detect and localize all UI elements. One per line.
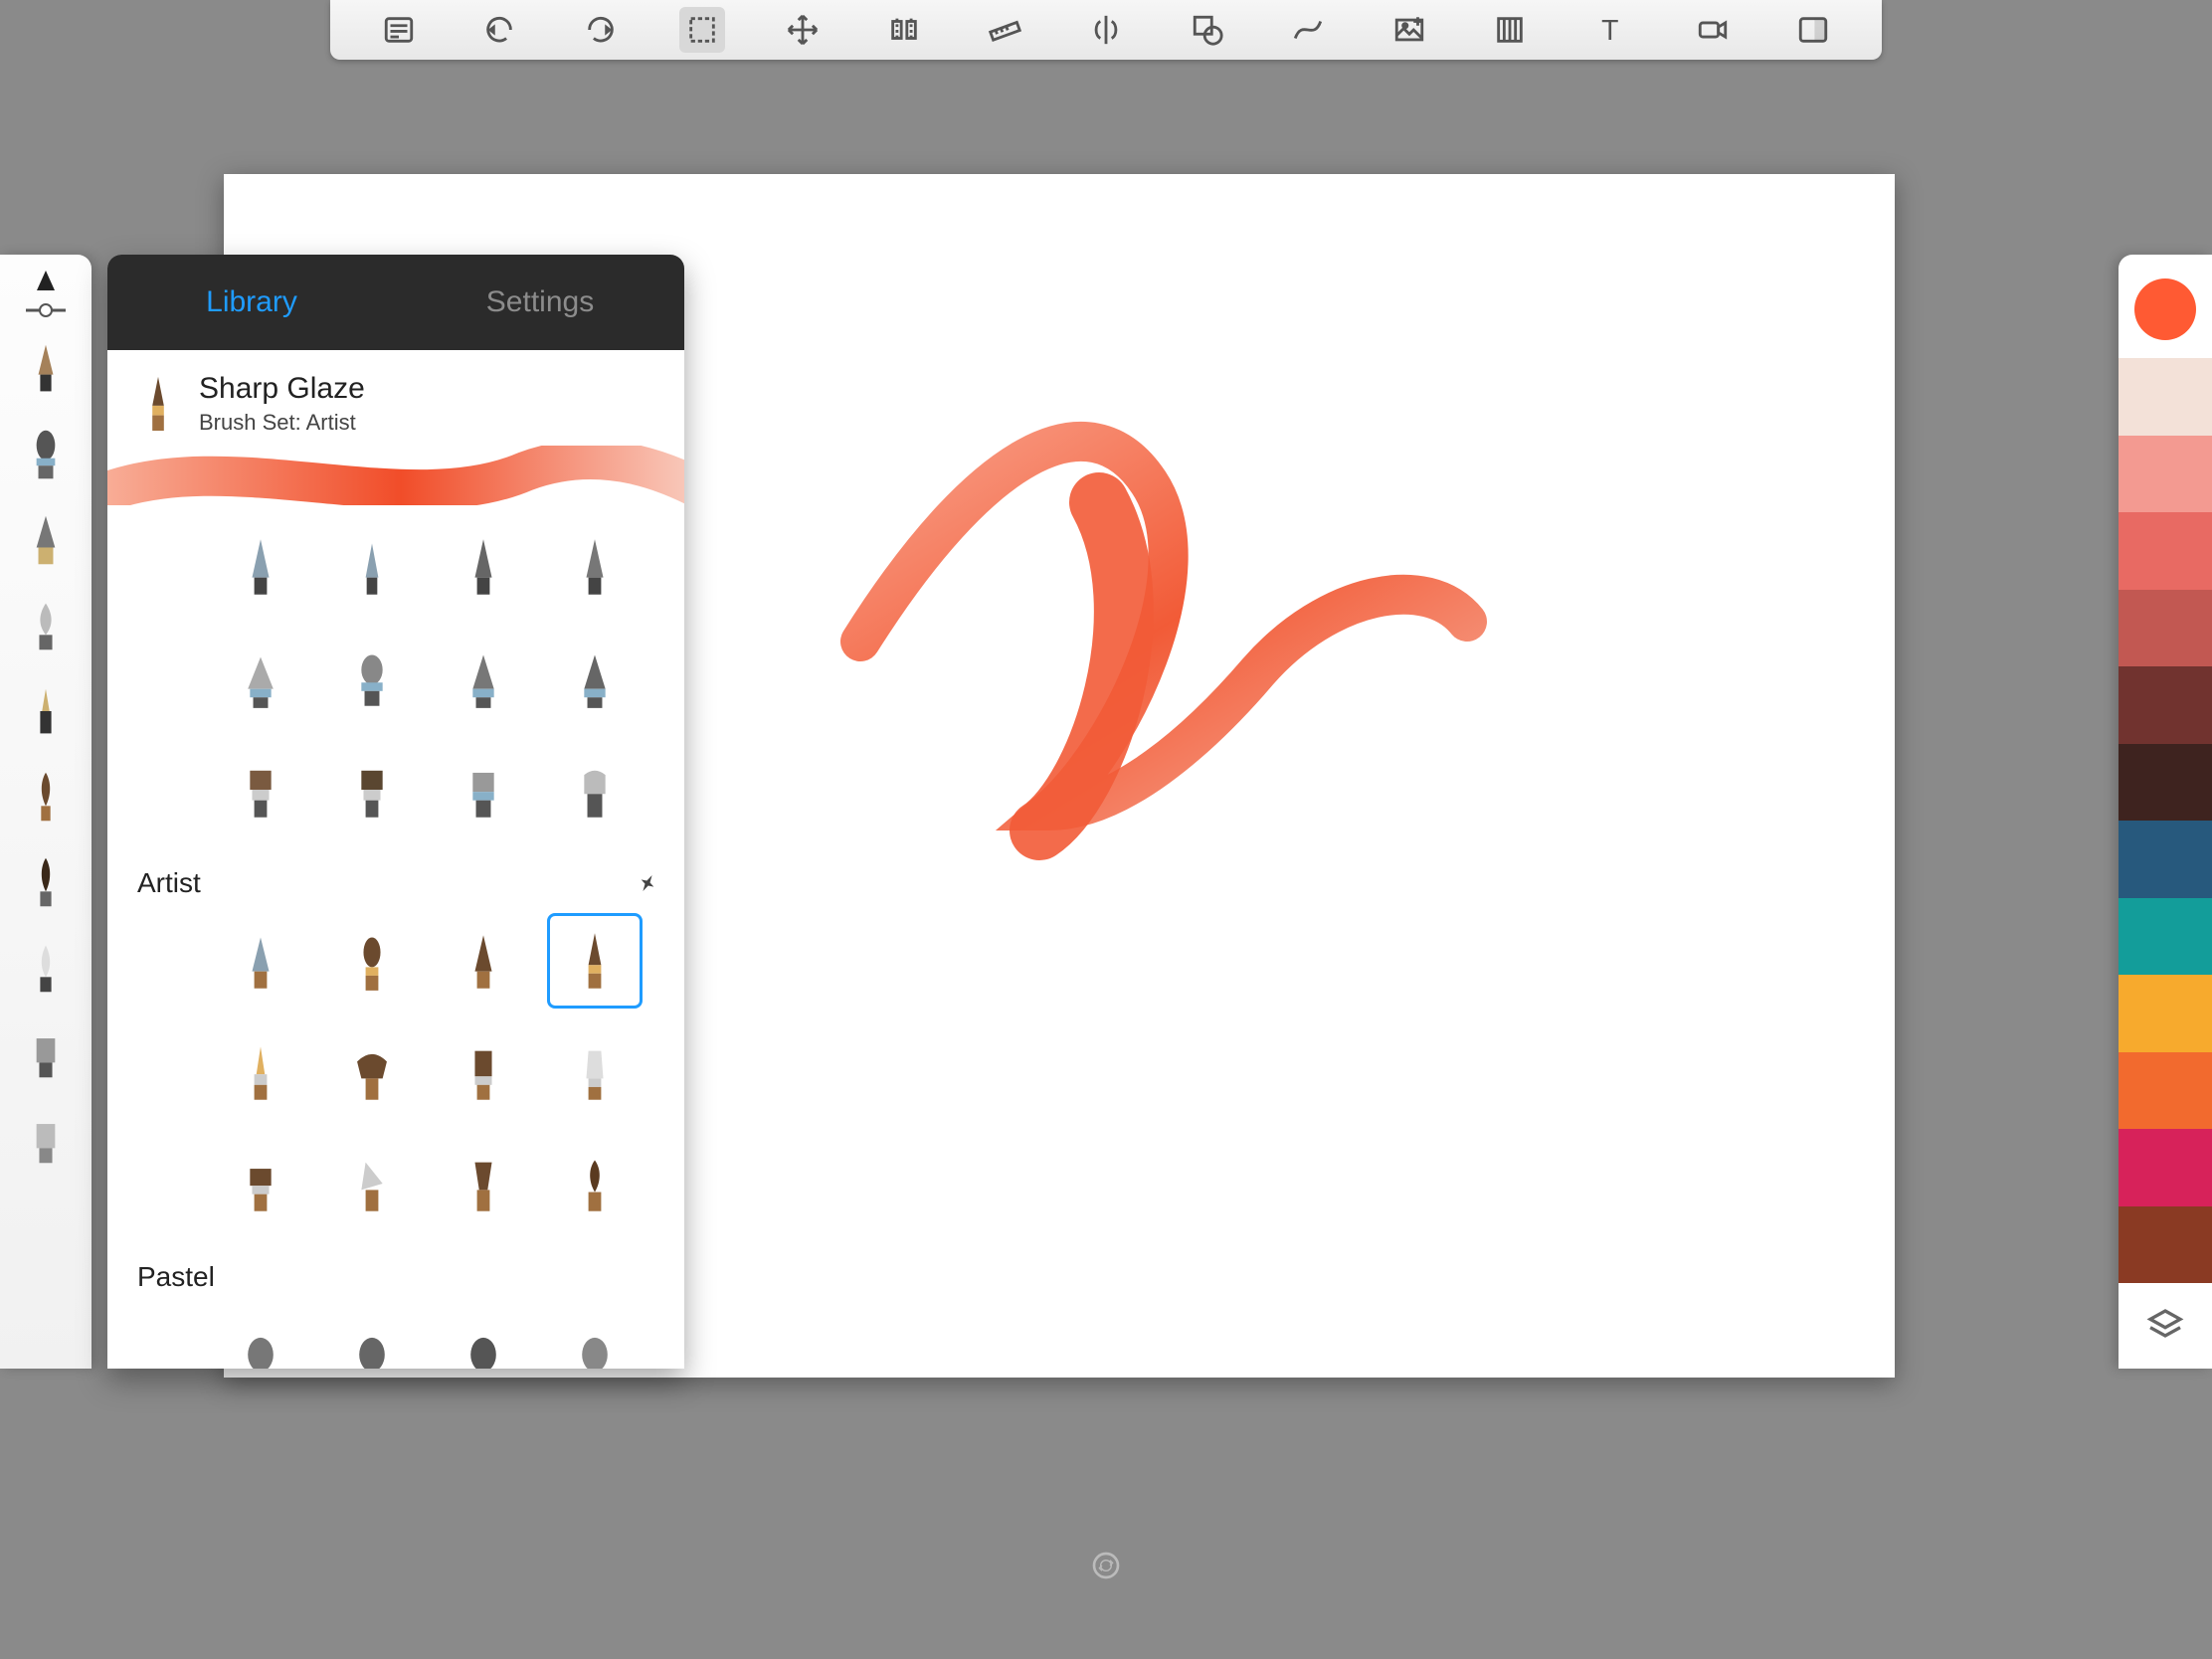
color-rail <box>2119 255 2212 1369</box>
brush-cell[interactable] <box>436 742 531 837</box>
brush-cell[interactable] <box>658 1307 684 1369</box>
section-artist: Artist <box>137 867 658 899</box>
strip-brush-2[interactable] <box>16 420 76 489</box>
color-swatch[interactable] <box>2119 590 2212 667</box>
strip-brush-9[interactable] <box>16 1018 76 1088</box>
brush-cell[interactable] <box>324 631 420 726</box>
brush-cell[interactable] <box>436 1136 531 1231</box>
brush-library-panel: Library Settings Sharp Glaze Brush Set: … <box>107 255 684 1369</box>
top-toolbar: T <box>330 0 1882 60</box>
brush-cell[interactable] <box>547 631 643 726</box>
brush-name: Sharp Glaze <box>199 372 365 406</box>
brush-cell[interactable] <box>658 913 684 1009</box>
brush-cell[interactable] <box>324 519 420 615</box>
sync-icon[interactable] <box>1090 1550 1122 1581</box>
color-swatch[interactable] <box>2119 898 2212 976</box>
brush-cell[interactable] <box>547 742 643 837</box>
record-tool-icon[interactable] <box>1690 7 1736 53</box>
brush-cell[interactable] <box>324 1136 420 1231</box>
ruler-tool-icon[interactable] <box>982 7 1027 53</box>
color-swatch[interactable] <box>2119 512 2212 590</box>
current-color[interactable] <box>2134 278 2196 340</box>
brush-cell-selected[interactable] <box>547 913 643 1009</box>
brush-cell[interactable] <box>436 631 531 726</box>
brush-cell[interactable] <box>436 519 531 615</box>
brush-cell[interactable] <box>436 1307 531 1369</box>
color-swatch[interactable] <box>2119 666 2212 744</box>
brush-slider-icon[interactable] <box>24 302 68 318</box>
svg-text:T: T <box>1601 15 1618 47</box>
color-swatch[interactable] <box>2119 1129 2212 1206</box>
section-drawing-grid <box>213 519 658 837</box>
curve-tool-icon[interactable] <box>1285 7 1331 53</box>
import-image-icon[interactable] <box>1386 7 1432 53</box>
brush-cell[interactable] <box>213 519 308 615</box>
flip-tool-icon[interactable] <box>881 7 927 53</box>
fullscreen-icon[interactable] <box>1790 7 1836 53</box>
color-swatch[interactable] <box>2119 821 2212 898</box>
color-swatch[interactable] <box>2119 358 2212 436</box>
brush-cell[interactable] <box>213 1136 308 1231</box>
select-tool-icon[interactable] <box>679 7 725 53</box>
strip-brush-4[interactable] <box>16 591 76 660</box>
section-artist-grid <box>213 913 658 1231</box>
brush-cell[interactable] <box>547 1024 643 1120</box>
brush-cell[interactable] <box>324 1024 420 1120</box>
brush-header: Sharp Glaze Brush Set: Artist <box>107 350 684 446</box>
brush-cell[interactable] <box>547 519 643 615</box>
brush-cell[interactable] <box>658 1024 684 1120</box>
brush-cell[interactable] <box>213 742 308 837</box>
strip-brush-5[interactable] <box>16 676 76 746</box>
list-icon[interactable] <box>376 7 422 53</box>
brush-cell[interactable] <box>324 913 420 1009</box>
brush-cell[interactable] <box>213 631 308 726</box>
brush-cell[interactable] <box>324 742 420 837</box>
strip-brush-7[interactable] <box>16 847 76 917</box>
brush-cell[interactable] <box>547 1307 643 1369</box>
brush-strip <box>0 255 92 1369</box>
pin-icon[interactable] <box>633 868 662 898</box>
brush-cell[interactable] <box>658 631 684 726</box>
color-swatch[interactable] <box>2119 1052 2212 1130</box>
undo-icon[interactable] <box>476 7 522 53</box>
redo-icon[interactable] <box>578 7 624 53</box>
brush-size-icon[interactable] <box>29 269 63 296</box>
current-brush-icon <box>137 375 179 433</box>
strip-brush-8[interactable] <box>16 933 76 1003</box>
layers-icon[interactable] <box>2119 1283 2212 1369</box>
color-swatch[interactable] <box>2119 744 2212 822</box>
section-pastel-grid <box>213 1307 658 1369</box>
library-scroll[interactable]: Artist Pas <box>107 505 684 1369</box>
brush-set-label: Brush Set: Artist <box>199 410 365 436</box>
tab-settings[interactable]: Settings <box>396 285 684 319</box>
section-pastel: Pastel <box>137 1261 658 1293</box>
brush-cell[interactable] <box>213 1307 308 1369</box>
brush-cell[interactable] <box>547 1136 643 1231</box>
brush-cell[interactable] <box>436 913 531 1009</box>
brush-cell[interactable] <box>213 1024 308 1120</box>
brush-cell[interactable] <box>213 913 308 1009</box>
brush-cell[interactable] <box>436 1024 531 1120</box>
strip-brush-1[interactable] <box>16 334 76 404</box>
color-swatch[interactable] <box>2119 436 2212 513</box>
brush-cell[interactable] <box>324 1307 420 1369</box>
brush-cell[interactable] <box>658 519 684 615</box>
symmetry-tool-icon[interactable] <box>1083 7 1129 53</box>
text-tool-icon[interactable]: T <box>1588 7 1634 53</box>
color-swatch[interactable] <box>2119 1206 2212 1284</box>
shape-tool-icon[interactable] <box>1185 7 1230 53</box>
tab-library[interactable]: Library <box>107 285 396 319</box>
move-tool-icon[interactable] <box>780 7 826 53</box>
strip-brush-10[interactable] <box>16 1104 76 1174</box>
strip-brush-3[interactable] <box>16 505 76 575</box>
strip-brush-6[interactable] <box>16 762 76 831</box>
brush-cell[interactable] <box>658 1136 684 1231</box>
color-swatch[interactable] <box>2119 975 2212 1052</box>
panel-tabs: Library Settings <box>107 255 684 350</box>
perspective-tool-icon[interactable] <box>1487 7 1533 53</box>
